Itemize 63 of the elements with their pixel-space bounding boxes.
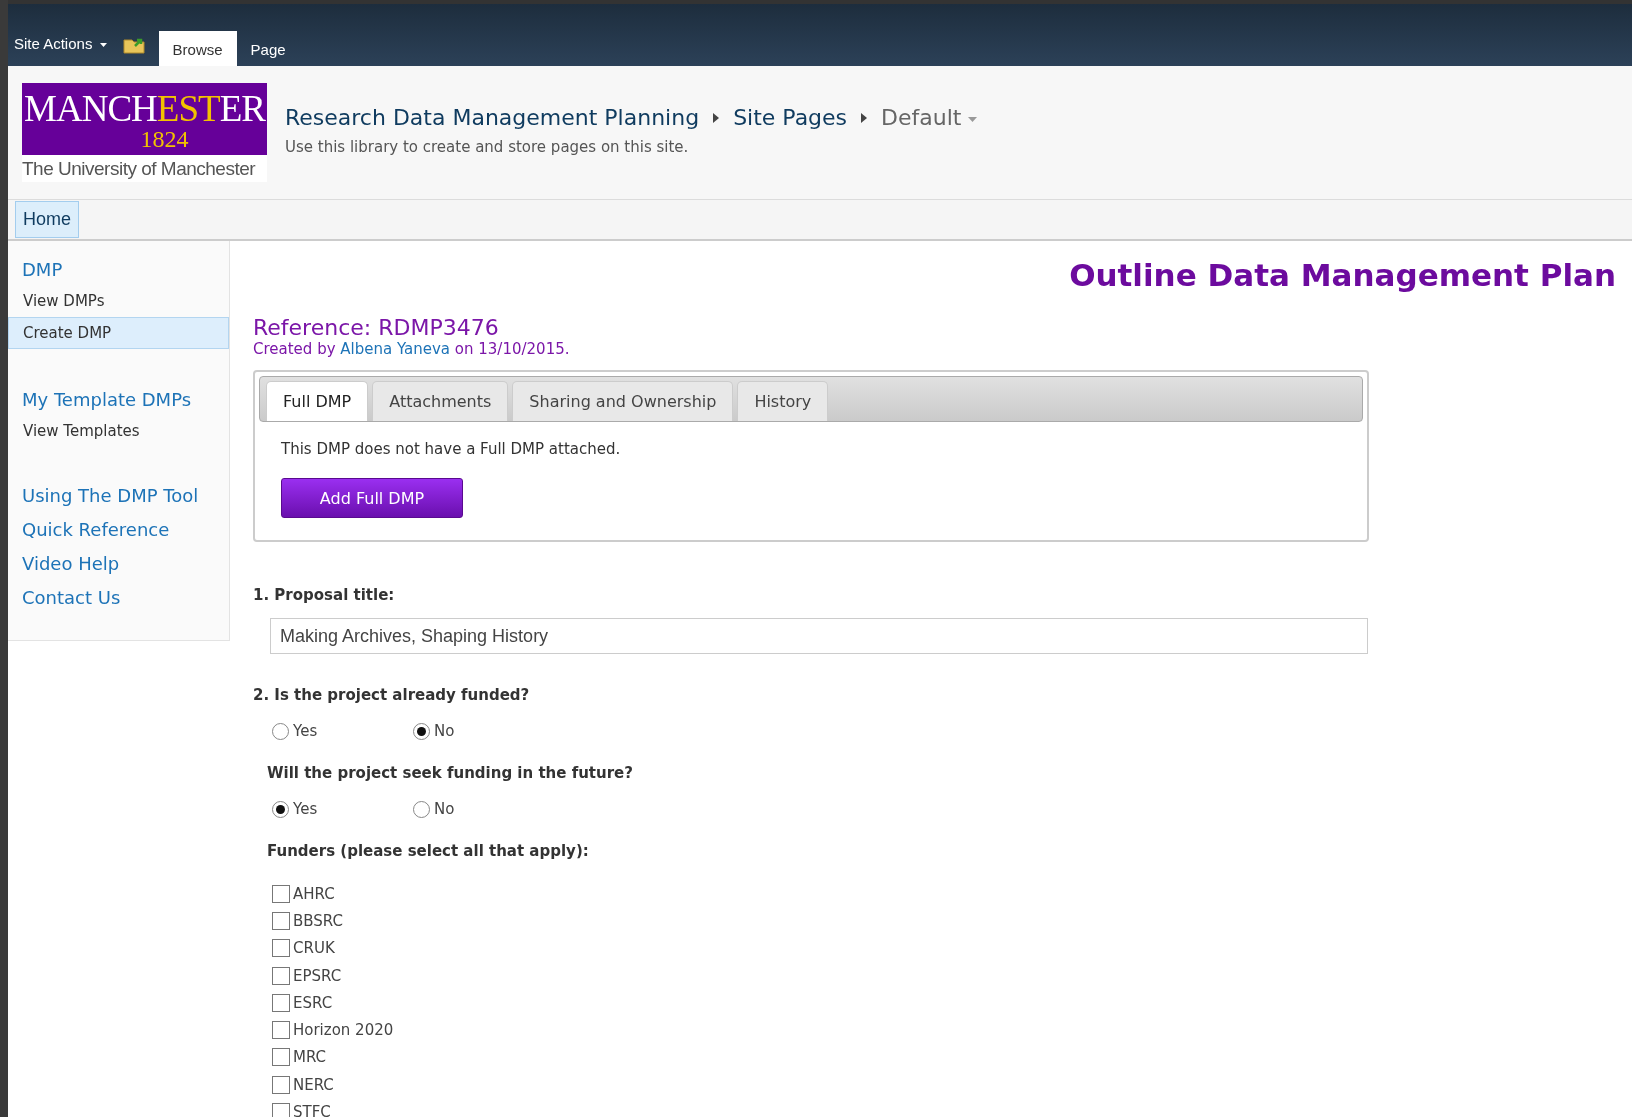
reference-heading: Reference: RDMP3476 xyxy=(253,315,500,340)
checkbox-label: MRC xyxy=(293,1048,327,1067)
author-link[interactable]: Albena Yaneva xyxy=(340,340,451,358)
checkbox-label: CRUK xyxy=(293,939,335,958)
chevron-icon xyxy=(861,112,868,123)
created-by-text: Created by Albena Yaneva on 13/10/2015. xyxy=(253,340,571,358)
ribbon-tab[interactable]: Browse xyxy=(158,31,237,66)
sidebar-heading-link[interactable]: DMP xyxy=(8,255,229,285)
checkbox-label: EPSRC xyxy=(293,966,342,985)
checkbox[interactable] xyxy=(272,993,290,1012)
question-label: 2. Is the project already funded? xyxy=(253,686,531,704)
sidebar-link[interactable]: Video Help xyxy=(8,547,229,581)
sidebar-link[interactable]: Using The DMP Tool xyxy=(8,479,229,513)
tab[interactable]: Sharing and Ownership xyxy=(512,381,734,421)
radio-button[interactable] xyxy=(413,722,430,740)
tab[interactable]: History xyxy=(737,381,829,421)
ribbon-tab[interactable]: Page xyxy=(236,31,300,66)
sidebar-link[interactable]: Contact Us xyxy=(8,581,229,615)
breadcrumb-link[interactable]: Site Pages xyxy=(733,105,848,130)
checkbox[interactable] xyxy=(272,911,290,930)
university-logo[interactable]: MANCHESTER 1824 The University of Manchester xyxy=(22,83,267,182)
add-full-dmp-button[interactable]: Add Full DMP xyxy=(281,478,463,518)
caret-icon xyxy=(99,43,107,48)
checkbox-label: AHRC xyxy=(293,884,335,903)
radio-label: No xyxy=(434,722,455,740)
checkbox-label: Horizon 2020 xyxy=(293,1021,394,1040)
checkbox-label: STFC xyxy=(293,1103,331,1117)
checkbox[interactable] xyxy=(272,1075,290,1094)
breadcrumb-link[interactable]: Research Data Management Planning xyxy=(285,105,700,130)
tab-message: This DMP does not have a Full DMP attached. xyxy=(281,440,622,458)
question-label: Funders (please select all that apply): xyxy=(267,842,590,860)
caret-icon xyxy=(968,116,978,122)
checkbox[interactable] xyxy=(272,1103,290,1117)
proposal-title-field[interactable]: Making Archives, Shaping History xyxy=(270,618,1368,654)
current-page-dropdown[interactable]: Default xyxy=(881,105,978,130)
site-actions-menu[interactable]: Site Actions xyxy=(14,35,119,66)
checkbox-label: BBSRC xyxy=(293,911,343,930)
sidebar-link[interactable]: Quick Reference xyxy=(8,513,229,547)
page-title: Outline Data Management Plan xyxy=(1068,257,1616,293)
checkbox[interactable] xyxy=(272,939,290,958)
radio-button[interactable] xyxy=(413,800,430,818)
tab[interactable]: Attachments xyxy=(372,381,509,421)
radio-label: Yes xyxy=(293,722,318,740)
sidebar-heading-link[interactable]: My Template DMPs xyxy=(8,385,229,415)
checkbox[interactable] xyxy=(272,966,290,985)
nav-tab[interactable]: Home xyxy=(15,201,79,238)
radio-button[interactable] xyxy=(272,722,289,740)
checkbox-label: ESRC xyxy=(293,993,333,1012)
radio-label: No xyxy=(434,800,455,818)
question-label: 1. Proposal title: xyxy=(253,586,396,604)
radio-button[interactable] xyxy=(272,800,289,818)
chevron-icon xyxy=(713,112,720,123)
page-description: Use this library to create and store pages on this site. xyxy=(285,138,690,156)
checkbox[interactable] xyxy=(272,1048,290,1067)
sidebar-item[interactable]: View Templates xyxy=(8,415,229,447)
tab[interactable]: Full DMP xyxy=(266,381,369,421)
question-label: Will the project seek funding in the future? xyxy=(267,764,634,782)
radio-label: Yes xyxy=(293,800,318,818)
sidebar-item[interactable]: Create DMP xyxy=(8,317,229,349)
checkbox-label: NERC xyxy=(293,1075,334,1094)
checkbox[interactable] xyxy=(272,884,290,903)
checkbox[interactable] xyxy=(272,1021,290,1040)
sidebar-item[interactable]: View DMPs xyxy=(8,285,229,317)
